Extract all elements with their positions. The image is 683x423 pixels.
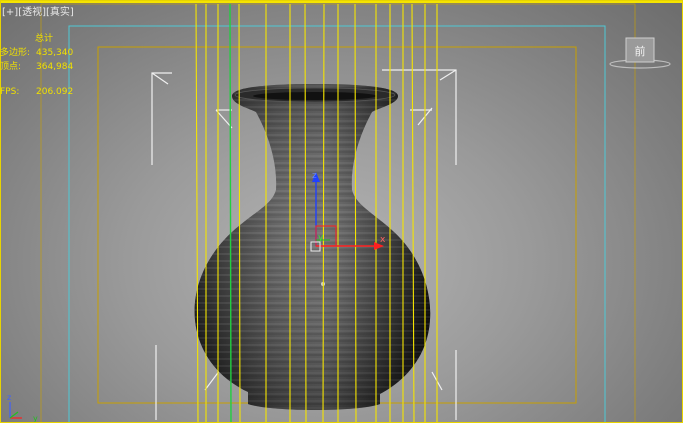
stats-polygons-value: 435,340 xyxy=(36,48,74,58)
svg-text:z: z xyxy=(7,393,11,402)
stats-polygons-label: 多边形: xyxy=(0,48,31,58)
shading-mode-button[interactable]: [真实] xyxy=(46,7,74,18)
viewcube-face-label: 前 xyxy=(635,44,646,58)
stats-fps-value: 206.092 xyxy=(36,87,74,97)
viewport-label-menu: [+][透视][真实] xyxy=(2,3,74,18)
stats-fps: FPS: 206.092 xyxy=(0,87,74,97)
viewcube[interactable]: 前 xyxy=(608,34,672,72)
stats-polygons: 多边形: 435,340 xyxy=(0,45,74,58)
stats-fps-label: FPS: xyxy=(0,87,20,97)
stats-vertices-label: 顶点: xyxy=(0,62,22,72)
stats-total-label: 总计 xyxy=(35,34,54,44)
perspective-viewport[interactable]: z x y z y [+][透视][真实] 总计 多边形: 435,340 顶点:… xyxy=(0,0,683,423)
svg-text:z: z xyxy=(312,171,317,181)
world-axis-tripod: z y xyxy=(7,393,38,423)
viewport-menu-button[interactable]: [+] xyxy=(2,7,18,18)
svg-text:x: x xyxy=(380,235,386,245)
svg-text:y: y xyxy=(33,414,38,423)
stats-vertices-value: 364,984 xyxy=(36,62,74,72)
view-type-button[interactable]: [透视] xyxy=(18,7,46,18)
viewport-scene[interactable]: z x y z y xyxy=(0,0,683,423)
stats-vertices: 顶点: 364,984 xyxy=(0,59,74,72)
active-viewport-highlight xyxy=(0,0,683,3)
